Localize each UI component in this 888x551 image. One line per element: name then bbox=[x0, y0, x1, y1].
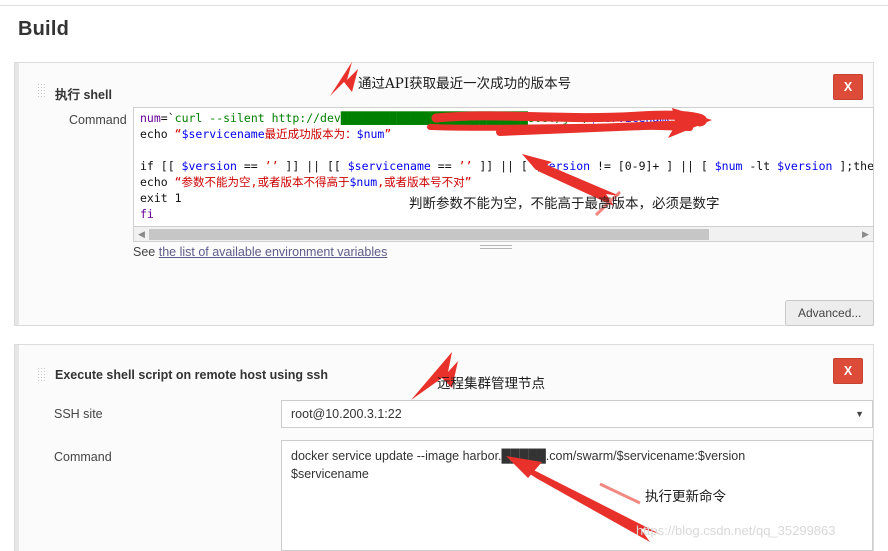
code-token: $version bbox=[534, 159, 591, 173]
code-token: -lt bbox=[742, 159, 778, 173]
code-line: if [[ $version == ’’ ]] || [[ $servicena… bbox=[140, 158, 874, 174]
code-token: $servicename bbox=[181, 127, 265, 141]
code-token: $num bbox=[356, 127, 385, 141]
code-token: echo bbox=[140, 127, 175, 141]
code-token: $version bbox=[181, 159, 237, 173]
code-token: ` bbox=[167, 111, 175, 125]
annotation-remote-cluster: 远程集群管理节点 bbox=[437, 376, 545, 392]
code-token: ,或者版本号不对” bbox=[377, 175, 472, 189]
code-token: /l bbox=[673, 111, 688, 125]
annotation-param-validation: 判断参数不能为空，不能高于最高版本，必须是数字 bbox=[409, 196, 720, 212]
code-token: ]] || [[ bbox=[278, 159, 348, 173]
page-title: Build bbox=[18, 18, 69, 40]
annotation-api-version: 通过API获取最近一次成功的版本号 bbox=[358, 76, 572, 92]
code-token: fi bbox=[140, 207, 154, 221]
code-token: != [0-9]+ ] || [ bbox=[590, 159, 715, 173]
code-token: ” bbox=[384, 127, 392, 141]
ssh-command-value: docker service update --image harbor.███… bbox=[291, 449, 746, 481]
code-token: exit 1 bbox=[140, 191, 182, 205]
code-token: num bbox=[140, 111, 161, 125]
drag-handle-icon-2[interactable] bbox=[37, 367, 47, 381]
scroll-left-icon[interactable]: ◀ bbox=[136, 229, 147, 240]
block-accent-bar bbox=[15, 63, 19, 325]
environment-variables-link[interactable]: the list of available environment variab… bbox=[159, 245, 388, 259]
code-token: $version bbox=[777, 159, 833, 173]
editor-horizontal-scrollbar[interactable]: ◀ ▶ bbox=[133, 227, 874, 242]
ssh-site-select[interactable]: root@10.200.3.1:22 ▼ bbox=[281, 400, 873, 428]
code-token: $servicename bbox=[347, 159, 431, 173]
code-token: if [[ bbox=[140, 159, 182, 173]
code-token: ]] || [ bbox=[472, 159, 535, 173]
delete-step-button[interactable]: X bbox=[833, 74, 863, 100]
ssh-site-label: SSH site bbox=[54, 407, 103, 421]
code-token: $num bbox=[349, 175, 378, 189]
ssh-site-value: root@10.200.3.1:22 bbox=[291, 407, 402, 421]
code-line: echo “参数不能为空,或者版本不得高于$num,或者版本号不对” bbox=[140, 174, 873, 190]
code-token: 最近成功版本为： bbox=[264, 127, 357, 141]
watermark: https://blog.csdn.net/qq_35299863 bbox=[636, 523, 836, 538]
env-hint-prefix: See bbox=[133, 245, 159, 259]
code-token: == bbox=[430, 159, 459, 173]
code-token: $num bbox=[714, 159, 743, 173]
advanced-button[interactable]: Advanced... bbox=[785, 300, 875, 326]
code-token: = bbox=[160, 111, 168, 125]
code-token: == bbox=[236, 159, 265, 173]
editor-resize-handle[interactable] bbox=[480, 243, 512, 249]
section-header-execute-shell: 执行 shell bbox=[55, 88, 112, 102]
code-token: 8080/job/ bbox=[527, 111, 591, 125]
code-token: $servicename bbox=[590, 111, 674, 125]
scroll-right-icon[interactable]: ▶ bbox=[860, 229, 871, 240]
code-token: ███████████████████████████ bbox=[340, 111, 528, 125]
build-page: Build 执行 shell X Command num=`curl --sil… bbox=[0, 0, 888, 551]
code-token: ’’ bbox=[458, 159, 473, 173]
chevron-down-icon: ▼ bbox=[855, 409, 864, 419]
code-token: echo bbox=[140, 175, 175, 189]
annotation-update-command: 执行更新命令 bbox=[645, 489, 726, 505]
code-line: num=`curl --silent http://dev███████████… bbox=[140, 110, 873, 126]
drag-handle-icon[interactable] bbox=[37, 83, 47, 97]
environment-variables-hint: See the list of available environment va… bbox=[133, 245, 387, 259]
code-token: “ bbox=[174, 127, 182, 141]
code-line: echo “$servicename最近成功版本为：$num” bbox=[140, 126, 873, 142]
section-header-ssh: Execute shell script on remote host usin… bbox=[55, 368, 328, 382]
code-token: ’’ bbox=[264, 159, 279, 173]
top-divider bbox=[0, 0, 888, 6]
code-token: ];the bbox=[832, 159, 874, 173]
code-token: “参数不能为空,或者版本不得高于 bbox=[174, 175, 350, 189]
block-accent-bar-2 bbox=[15, 345, 19, 551]
command-label-ssh: Command bbox=[54, 450, 112, 464]
delete-step-button-2[interactable]: X bbox=[833, 358, 863, 384]
command-label-shell: Command bbox=[69, 113, 127, 127]
code-token: curl --silent http://dev bbox=[174, 111, 341, 125]
scrollbar-thumb[interactable] bbox=[149, 229, 709, 240]
